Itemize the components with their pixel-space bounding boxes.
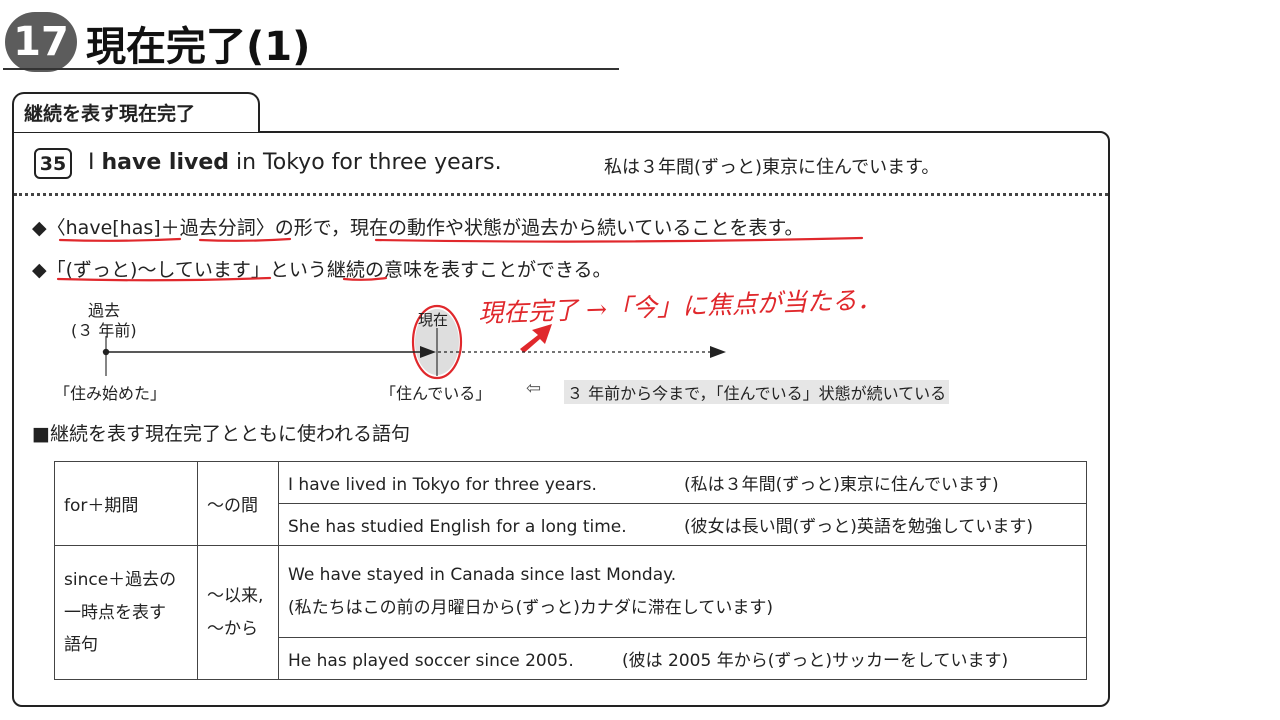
vocab-table: for＋期間 ～の間 I have lived in Tokyo for thr… [54, 460, 1087, 681]
example-ja: (私たちはこの前の月曜日から(ずっと)カナダに滞在しています) [288, 597, 774, 618]
underline-past-participle [198, 237, 292, 242]
example-cell: We have stayed in Canada since last Mond… [278, 545, 1087, 638]
example-en: She has studied English for a long time. [288, 517, 627, 538]
timeline-past-sublabel: (３ 年前) [71, 321, 137, 340]
example-ja: (私は３年間(ずっと)東京に住んでいます) [684, 475, 999, 496]
meaning-cell: ～の間 [197, 460, 279, 547]
term-line: since＋過去の [64, 570, 177, 591]
underline-have-has [58, 237, 182, 242]
table-row: since＋過去の 一時点を表す 語句 ～以来, ～から We have sta… [54, 545, 1087, 680]
example-cell: I have lived in Tokyo for three years. (私… [278, 460, 1087, 505]
timeline-note: ３ 年前から今まで，「住んでいる」状態が続いている [564, 380, 950, 404]
timeline-arrowhead-future [710, 346, 726, 358]
example-ja: (彼女は長い間(ずっと)英語を勉強しています) [684, 517, 1034, 538]
table-row: for＋期間 ～の間 I have lived in Tokyo for thr… [54, 460, 1087, 547]
meaning-cell: ～以来, ～から [197, 545, 279, 680]
meaning-line: ～以来, [207, 586, 264, 607]
term-cell: since＋過去の 一時点を表す 語句 [54, 545, 198, 680]
example-en: I have lived in Tokyo for three years. [288, 475, 597, 496]
term-cell: for＋期間 [54, 460, 198, 547]
timeline-now-label: 現在 [418, 311, 449, 329]
underline-keizoku [342, 276, 388, 281]
section-tab: 継続を表す現在完了 [12, 92, 260, 132]
left-arrow-icon: ⇦ [526, 378, 542, 399]
vocab-heading: ■継続を表す現在完了とともに使われる語句 [32, 423, 411, 445]
timeline-start-label: 「住み始めた」 [54, 384, 167, 403]
underline-meaning [374, 236, 864, 243]
timeline-living-label: 「住んでいる」 [380, 384, 492, 403]
term-line: 語句 [64, 634, 98, 655]
example-en: We have stayed in Canada since last Mond… [288, 565, 677, 586]
meaning-line: ～から [207, 618, 258, 639]
example-cell: He has played soccer since 2005. (彼は 2005… [278, 636, 1087, 681]
example-en: He has played soccer since 2005. [288, 650, 574, 671]
term-line: 一時点を表す [64, 602, 166, 623]
example-cell: She has studied English for a long time.… [278, 503, 1087, 547]
underline-zutto [56, 276, 272, 282]
example-ja: (彼は 2005 年から(ずっと)サッカーをしています) [622, 650, 1009, 671]
